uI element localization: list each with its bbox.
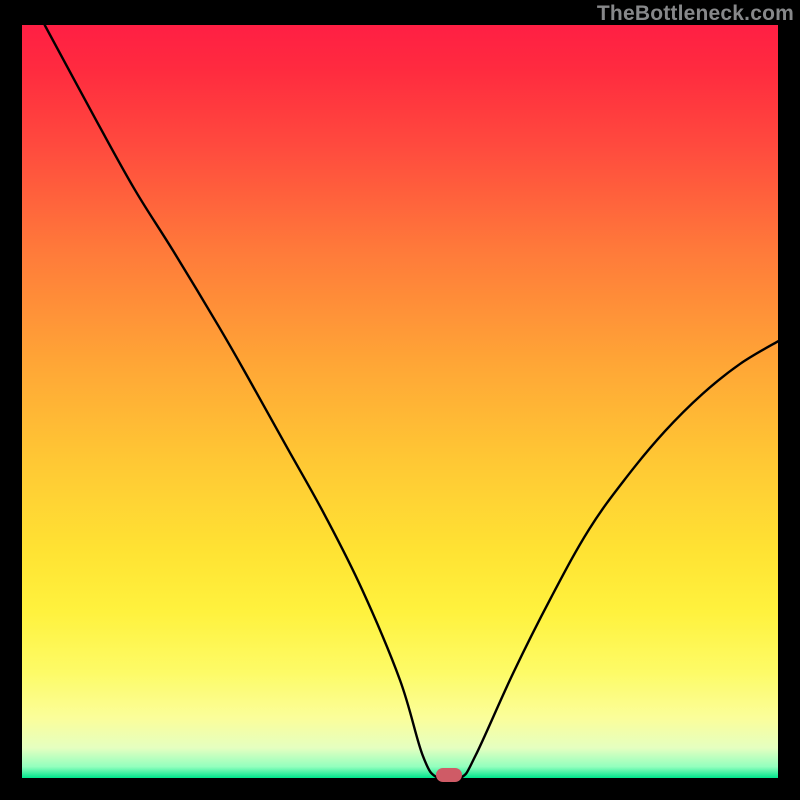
bottleneck-curve	[22, 25, 778, 778]
optimal-point-marker	[436, 768, 462, 782]
chart-plot-area	[22, 25, 778, 778]
chart-frame: TheBottleneck.com	[0, 0, 800, 800]
watermark-text: TheBottleneck.com	[597, 2, 794, 26]
